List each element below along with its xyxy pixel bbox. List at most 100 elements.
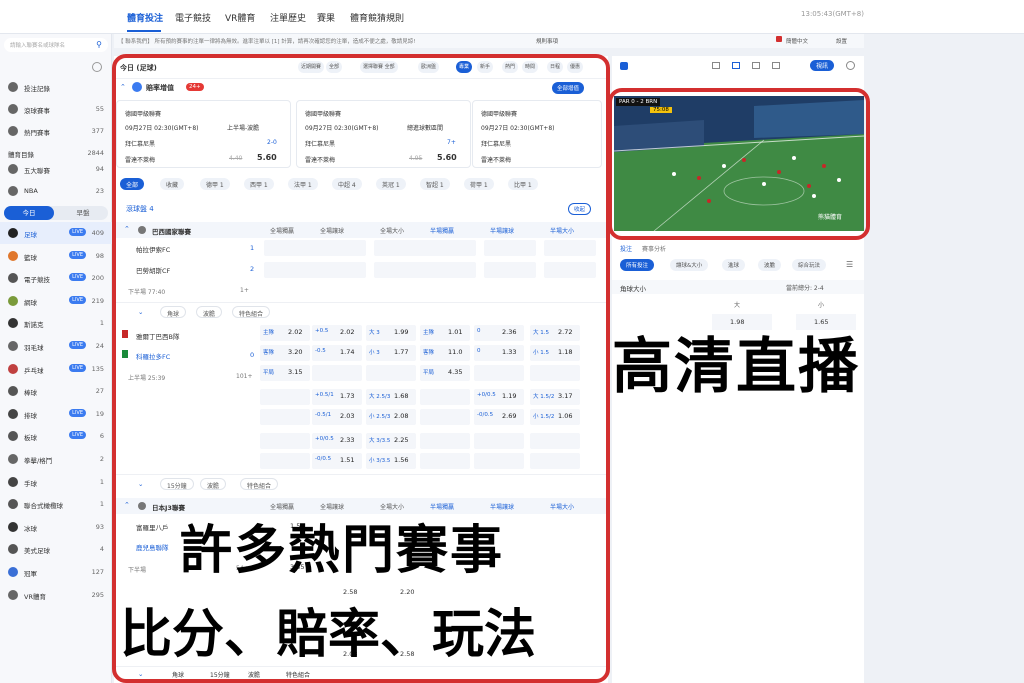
live-badge: LIVE — [69, 363, 86, 372]
sport-count: 1 — [99, 500, 104, 509]
sidebar-item-count: 23 — [95, 187, 104, 195]
tab-rules[interactable]: 體育競猜規則 — [350, 11, 404, 24]
market-header: 角球大小 當前總分: 2-4 — [612, 280, 864, 294]
sport-item[interactable]: VR體育 295 — [0, 584, 112, 606]
hd-icon[interactable] — [732, 62, 740, 69]
stats-icon[interactable] — [772, 62, 780, 69]
search-box[interactable]: 請輸入聯賽名或球隊名 ⚲ — [4, 38, 108, 52]
market-filter-tab[interactable]: 波膽 — [758, 259, 782, 271]
screen-icon[interactable] — [752, 62, 760, 69]
live-badge: LIVE — [69, 431, 86, 440]
sport-count: 98 — [95, 251, 104, 260]
search-icon[interactable]: ⚲ — [96, 40, 102, 49]
market-filter-tab[interactable]: 所有投注 — [620, 259, 655, 271]
early-tab[interactable]: 早盤 — [58, 206, 108, 220]
sport-label: 乒乓球 — [24, 366, 44, 375]
sidebar-item-top-leagues[interactable]: 五大聯賽 94 — [0, 158, 112, 180]
sport-item[interactable]: 棒球 27 — [0, 380, 112, 402]
notice-text: 【 聯系我們】 所有預約賽事的注單一律將為無效。進率注單以 [1] 計算，請再次… — [118, 39, 416, 45]
top-nav: 體育投注 電子競技 VR體育 注單歷史 賽果 體育競猜規則 13:05:43(G… — [0, 0, 1024, 34]
tab-bet-history[interactable]: 注單歷史 — [270, 11, 306, 24]
sport-icon — [8, 273, 18, 284]
sport-count: 219 — [91, 296, 104, 305]
sport-item[interactable]: 乒乓球 LIVE 135 — [0, 358, 112, 380]
sport-icon — [8, 386, 18, 397]
sport-item[interactable]: 冰球 93 — [0, 516, 112, 538]
sidebar-item-live-events[interactable]: 滾球賽事 55 — [0, 98, 112, 120]
tab-esports[interactable]: 電子競技 — [175, 11, 211, 24]
refresh-icon[interactable] — [846, 61, 855, 70]
hot-events-icon — [8, 126, 18, 136]
sport-item[interactable]: 聯合式橄欖球 1 — [0, 493, 112, 515]
rules-link[interactable]: 規則事項 — [536, 37, 558, 45]
sport-icon — [8, 476, 18, 487]
caption-hd-live: 高清直播 — [612, 332, 860, 402]
tab-results[interactable]: 賽果 — [317, 11, 335, 24]
list-icon[interactable]: ☰ — [846, 260, 853, 269]
market-filter-tab[interactable]: 綜合玩法 — [792, 259, 827, 271]
sport-item[interactable]: 網球 LIVE 219 — [0, 290, 112, 312]
sidebar-item-bet-record[interactable]: 投注記錄 — [0, 76, 112, 98]
sport-item[interactable]: 冠軍 127 — [0, 561, 112, 583]
sport-label: 足球 — [24, 231, 37, 239]
sport-count: 1 — [99, 319, 104, 328]
sport-item[interactable]: 足球 LIVE 409 — [0, 222, 112, 244]
sport-label: 板球 — [24, 434, 37, 443]
sport-item[interactable]: 排球 LIVE 19 — [0, 403, 112, 425]
live-events-icon — [8, 104, 18, 114]
live-badge: LIVE — [69, 295, 86, 304]
sport-label: 拳擊/格鬥 — [24, 457, 53, 465]
sidebar-item-hot-events[interactable]: 熱門賽事 377 — [0, 120, 112, 142]
tab-betting[interactable]: 投注 — [620, 244, 632, 253]
sport-item[interactable]: 電子競技 LIVE 200 — [0, 267, 112, 289]
sport-icon — [8, 589, 18, 600]
market-filter-tab[interactable]: 進球 — [722, 259, 746, 271]
sport-item[interactable]: 斯諾克 1 — [0, 312, 112, 334]
over-label: 大 — [734, 302, 741, 309]
sport-item[interactable]: 籃球 LIVE 98 — [0, 245, 112, 267]
sport-count: 2 — [99, 455, 104, 463]
language-select[interactable]: 簡體中文 — [786, 37, 808, 45]
sport-label: 網球 — [24, 298, 37, 307]
date-toggle: 今日 早盤 — [4, 206, 108, 220]
market-filter-tab[interactable]: 讓球&大小 — [670, 259, 709, 271]
tab-sports-betting[interactable]: 體育投注 — [127, 11, 163, 24]
sport-label: 斯諾克 — [24, 321, 44, 330]
sport-item[interactable]: 板球 LIVE 6 — [0, 425, 112, 447]
sidebar: 請輸入聯賽名或球隊名 ⚲ 投注記錄 滾球賽事 55 熱門賽事 377 體育目錄 2844 五大… — [0, 34, 112, 683]
tab-vr-sports[interactable]: VR體育 — [225, 11, 255, 24]
sport-count: 295 — [91, 590, 104, 599]
sport-label: 聯合式橄欖球 — [24, 502, 63, 511]
sidebar-item-nba[interactable]: NBA 23 — [0, 180, 112, 202]
sport-label: 手球 — [24, 479, 37, 488]
sport-icon — [8, 521, 18, 532]
layout-icon[interactable] — [712, 62, 720, 69]
market-title: 角球大小 — [620, 285, 646, 293]
caption-score-odds: 比分、賠率、玩法 — [120, 605, 537, 665]
sidebar-item-count: 2844 — [87, 149, 104, 157]
sport-label: 羽毛球 — [24, 344, 44, 352]
sport-count: 127 — [91, 568, 104, 576]
sport-icon — [8, 499, 18, 510]
sport-label: 棒球 — [24, 389, 37, 398]
sport-icon — [8, 408, 18, 419]
settings-link[interactable]: 設置 — [836, 37, 847, 45]
sport-item[interactable]: 羽毛球 LIVE 24 — [0, 335, 112, 357]
sport-icon — [8, 454, 18, 464]
sport-count: 6 — [99, 432, 104, 441]
tv-icon[interactable] — [620, 62, 628, 70]
active-tab-indicator — [127, 30, 161, 32]
sport-item[interactable]: 拳擊/格鬥 2 — [0, 448, 112, 470]
sidebar-item-label: 熱門賽事 — [24, 129, 50, 137]
live-badge: LIVE — [69, 250, 86, 259]
sport-item[interactable]: 美式足球 4 — [0, 538, 112, 560]
sport-item[interactable]: 手球 1 — [0, 471, 112, 493]
sport-label: 籃球 — [24, 253, 37, 262]
sport-count: 135 — [91, 364, 104, 373]
tab-analysis[interactable]: 賽事分析 — [642, 244, 666, 253]
sport-count: 93 — [95, 522, 104, 531]
live-badge: LIVE — [69, 341, 86, 349]
live-video-button[interactable]: 視訊 — [810, 60, 835, 71]
today-tab[interactable]: 今日 — [4, 206, 54, 220]
refresh-icon[interactable] — [92, 62, 102, 72]
